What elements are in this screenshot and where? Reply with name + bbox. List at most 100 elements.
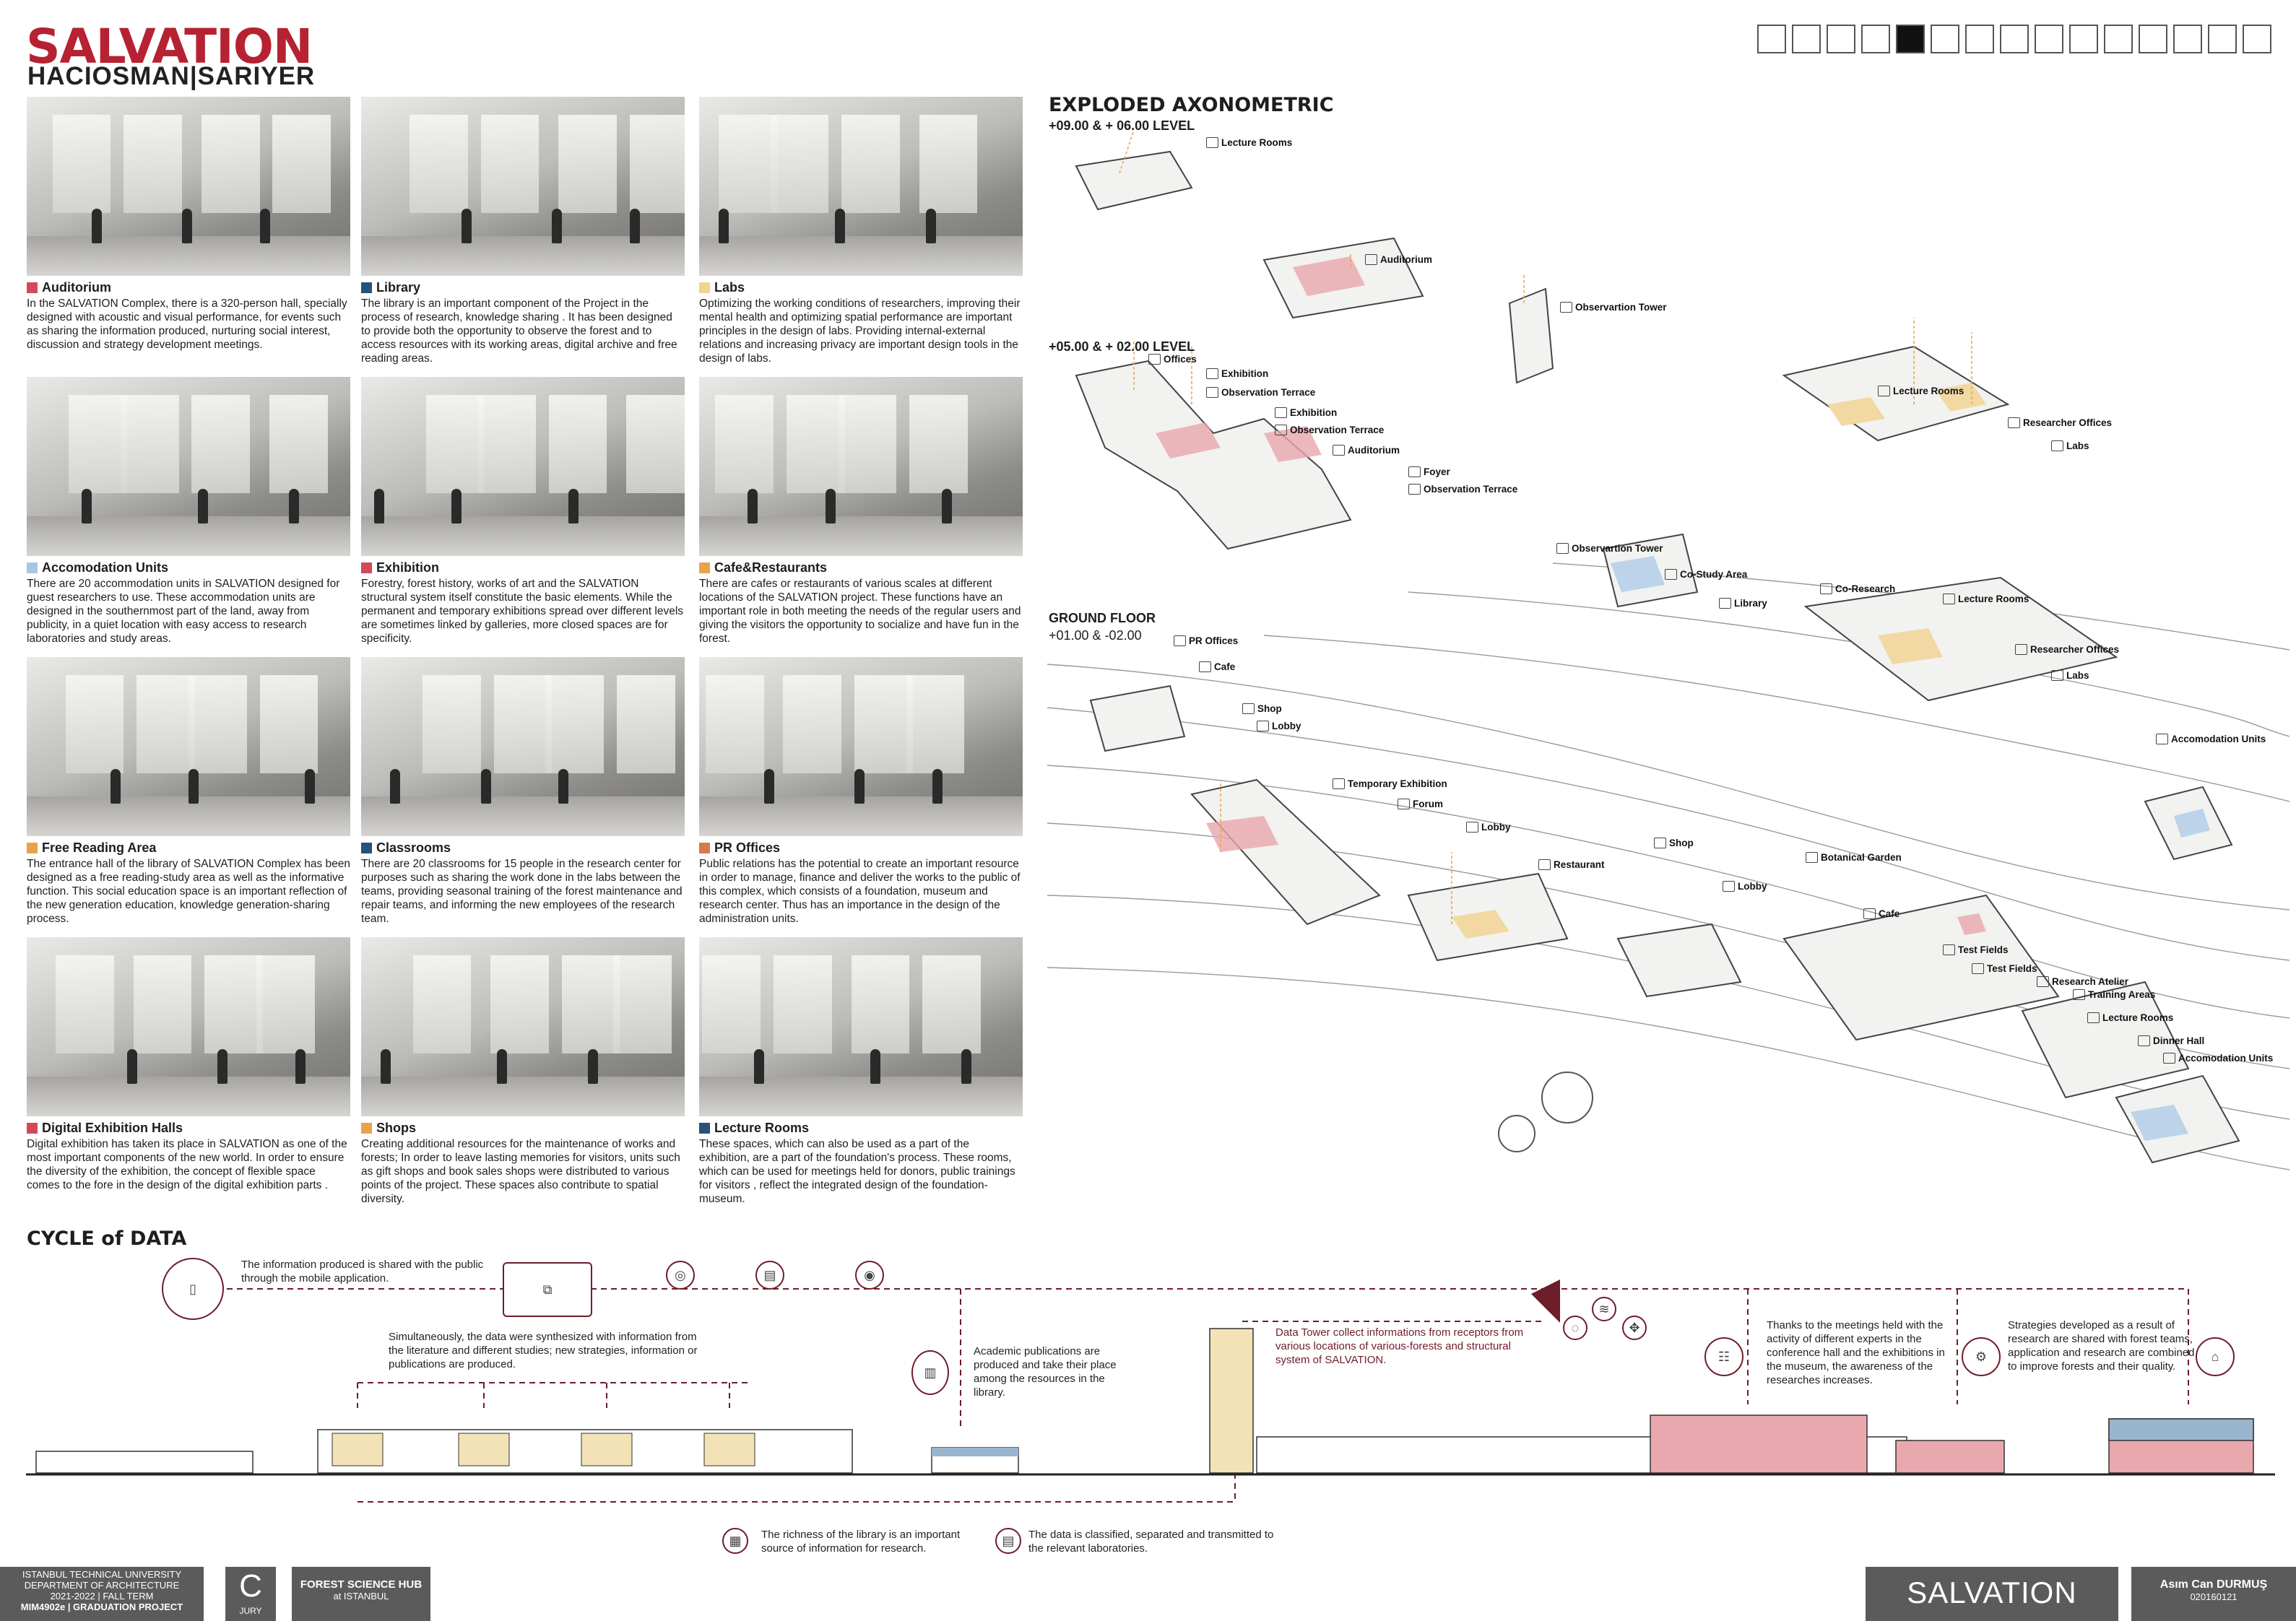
axo-label-text: Lecture Rooms [1221,137,1293,148]
cycle-text-library: The richness of the library is an import… [761,1529,961,1555]
sheet-indicator [2104,25,2133,53]
jury-label: JURY [239,1606,262,1616]
axo-label-text: Observation Terrace [1424,484,1518,495]
axo-label-text: Lecture Rooms [1958,594,2029,604]
interior-render [699,657,1023,836]
function-icon [1665,569,1677,580]
space-card: Classrooms There are 20 classrooms for 15… [361,657,685,926]
function-icon [1206,368,1218,379]
interior-render [27,377,350,556]
axo-label: Observation Terrace [1275,425,1384,435]
function-icon [1257,721,1269,731]
color-key-swatch [699,562,710,573]
function-icon [1654,838,1666,848]
axo-label-text: Accomodation Units [2178,1053,2274,1064]
sheet-indicator [2000,25,2029,53]
function-icon [1275,407,1287,418]
space-description: Creating additional resources for the ma… [361,1138,680,1205]
function-icon [1206,137,1218,148]
axo-label-text: Test Fields [1958,944,2009,955]
jury-block: C JURY [225,1567,276,1621]
data-node-icon: ◉ [855,1261,884,1290]
axo-label: PR Offices [1174,635,1238,646]
space-card: Accomodation Units There are 20 accommoda… [27,377,350,646]
function-icon [1972,963,1984,974]
axo-label: Forum [1398,799,1443,809]
space-card: Labs Optimizing the working conditions of… [699,97,1023,365]
wifi-icon: ≋ [1592,1297,1616,1321]
axo-label: Temporary Exhibition [1333,778,1447,789]
interior-render [699,937,1023,1116]
function-icon [1820,583,1832,594]
space-description: The library is an important component of… [361,297,677,365]
classify-icon: ▤ [995,1528,1021,1554]
axo-label: Observation Terrace [1206,387,1315,398]
axo-label: Researcher Offices [2015,644,2119,655]
axo-label: Shop [1242,703,1282,714]
axo-label: Exhibition [1275,407,1337,418]
sheet-indicator [1896,25,1925,53]
axo-label-text: Lecture Rooms [2102,1012,2174,1023]
function-icon [2138,1035,2150,1046]
function-icon [1199,661,1211,672]
space-caption: Exhibition [361,560,685,575]
function-icon [1943,594,1955,604]
axo-label-text: Lecture Rooms [1893,386,1964,396]
space-description: Optimizing the working conditions of res… [699,297,1021,365]
space-caption: Accomodation Units [27,560,350,575]
space-title: Lecture Rooms [714,1121,810,1135]
axo-label: Library [1719,598,1767,609]
axo-label-text: Temporary Exhibition [1348,778,1447,789]
axo-label-text: Exhibition [1221,368,1269,379]
axo-label: Accomodation Units [2163,1053,2273,1064]
axo-label-text: Offices [1164,354,1197,365]
axo-label: Offices [1148,354,1197,365]
department: DEPARTMENT OF ARCHITECTURE [24,1580,180,1591]
axo-label: Shop [1654,838,1694,848]
axo-label-text: Observation Terrace [1221,387,1316,398]
axo-label: Lecture Rooms [1943,594,2029,604]
axo-label-text: Observartion Tower [1575,302,1667,313]
axo-label-text: Research Atelier [2052,976,2129,987]
function-icon [2051,670,2063,681]
space-caption: Shops [361,1121,685,1136]
sheet-indicator [2173,25,2202,53]
function-icon [1863,908,1876,919]
space-description: There are cafes or restaurants of variou… [699,578,1021,645]
interior-render [27,97,350,276]
function-icon [1333,445,1345,456]
space-card: Digital Exhibition Halls Digital exhibiti… [27,937,350,1192]
axo-label: Observartion Tower [1556,543,1663,554]
axo-label-text: Co-Research [1835,583,1896,594]
color-key-swatch [361,843,372,853]
function-icon [1148,354,1161,365]
axo-label: Foyer [1408,466,1450,477]
color-key-swatch [27,843,38,853]
data-node-icon: ▤ [755,1261,784,1290]
color-key-swatch [361,1123,372,1134]
axo-label: Auditorium [1365,254,1432,265]
axo-label-text: Botanical Garden [1821,852,1902,863]
course: MIM4902e | GRADUATION PROJECT [20,1602,183,1612]
axo-label-text: PR Offices [1189,635,1239,646]
color-key-swatch [361,282,372,293]
hub-block: FOREST SCIENCE HUB at ISTANBUL [292,1567,430,1621]
project-name-block: SALVATION [1866,1567,2118,1621]
space-caption: Labs [699,280,1023,295]
function-icon [2156,734,2168,744]
axo-label-text: Lobby [1738,881,1767,892]
space-description: Digital exhibition has taken its place i… [27,1138,347,1191]
forest-icon: ⌂ [2196,1337,2235,1376]
cycle-text-synthesis: Simultaneously, the data were synthesize… [389,1331,698,1370]
cycle-text-mobile: The information produced is shared with … [241,1259,484,1285]
axo-label: Co-Study Area [1665,569,1747,580]
cycle-text-publications: Academic publications are produced and t… [974,1345,1117,1399]
space-title: Accomodation Units [42,560,169,575]
axo-label: Lecture Rooms [2087,1012,2173,1023]
function-icon [1560,302,1572,313]
color-key-swatch [27,1123,38,1134]
interior-render [27,657,350,836]
space-caption: Classrooms [361,840,685,856]
sheet-indicator [2243,25,2271,53]
space-card: PR Offices Public relations has the poten… [699,657,1023,926]
